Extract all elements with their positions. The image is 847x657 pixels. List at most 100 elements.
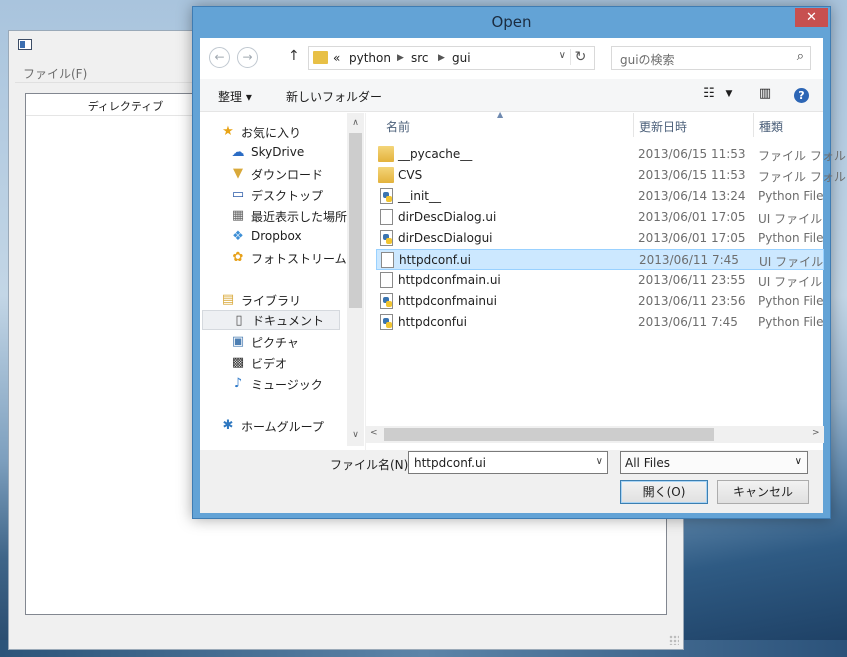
column-separator[interactable] <box>753 113 754 137</box>
download-folder-icon: ▼ <box>233 166 243 181</box>
forward-button[interactable]: → <box>237 47 258 68</box>
breadcrumb-gui[interactable]: gui <box>452 51 471 65</box>
music-icon: ♪ <box>233 376 243 391</box>
filter-value: All Files <box>625 456 671 470</box>
file-type: Python File <box>758 231 824 245</box>
file-date: 2013/06/11 23:56 <box>638 294 746 308</box>
back-button[interactable]: ← <box>209 47 230 68</box>
nav-label: ダウンロード <box>251 168 324 182</box>
preview-pane-icon[interactable]: ▥ <box>756 85 774 103</box>
resize-grip-icon[interactable] <box>669 635 679 645</box>
column-header-date[interactable]: 更新日時 <box>639 113 749 137</box>
up-button[interactable]: ↑ <box>288 48 300 64</box>
homegroup-icon: ✱ <box>222 418 234 433</box>
navigation-pane[interactable]: ★ お気に入り ☁ SkyDrive ▼ ダウンロード ▭ デスクトップ ▦ 最… <box>200 113 364 450</box>
chevron-down-icon[interactable]: ∨ <box>596 456 603 467</box>
file-date: 2013/06/01 17:05 <box>638 231 746 245</box>
column-header-name[interactable]: 名前 <box>386 113 626 137</box>
desktop-icon: ▭ <box>231 187 245 202</box>
file-row[interactable]: httpdconfui 2013/06/11 7:45 Python File <box>376 312 824 333</box>
menu-file[interactable]: ファイル(F) <box>23 65 87 82</box>
nav-label: 最近表示した場所 <box>251 210 348 224</box>
nav-libraries[interactable]: ▤ ライブラリ <box>220 290 360 310</box>
nav-label: ホームグループ <box>241 420 324 434</box>
file-name: dirDescDialogui <box>398 231 493 245</box>
star-icon: ★ <box>222 124 234 139</box>
file-row-selected[interactable]: httpdconf.ui 2013/06/11 7:45 UI ファイル <box>376 249 824 270</box>
nav-documents[interactable]: ▯ ドキュメント <box>202 310 340 330</box>
scroll-thumb[interactable] <box>349 133 362 308</box>
nav-favorites[interactable]: ★ お気に入り <box>220 122 360 142</box>
breadcrumb-separator-icon[interactable]: ▶ <box>438 53 445 63</box>
search-placeholder: guiの検索 <box>620 53 675 67</box>
nav-homegroup[interactable]: ✱ ホームグループ <box>220 416 360 436</box>
file-name: dirDescDialog.ui <box>398 210 497 224</box>
column-separator[interactable] <box>633 113 634 137</box>
breadcrumb-overflow[interactable]: « <box>333 51 340 65</box>
file-name: httpdconfmain.ui <box>398 273 501 287</box>
nav-label: フォトストリーム <box>251 252 347 266</box>
file-name: httpdconfmainui <box>398 294 497 308</box>
filename-input[interactable]: httpdconf.ui ∨ <box>408 451 608 474</box>
scroll-thumb[interactable] <box>384 428 714 441</box>
breadcrumb-python[interactable]: python <box>349 51 391 65</box>
close-button[interactable]: ✕ <box>795 8 828 27</box>
view-options-icon[interactable]: ☷ <box>700 85 718 103</box>
recent-places-icon: ▦ <box>231 208 245 223</box>
file-name: httpdconfui <box>398 315 467 329</box>
file-type: Python File <box>758 294 824 308</box>
chevron-down-icon[interactable]: ∨ <box>795 456 802 467</box>
file-name: CVS <box>398 168 423 182</box>
file-date: 2013/06/11 7:45 <box>638 315 738 329</box>
breadcrumb-src[interactable]: src <box>411 51 429 65</box>
file-row[interactable]: CVS 2013/06/15 11:53 ファイル フォル <box>376 165 846 186</box>
address-dropdown-icon[interactable]: ∨ <box>559 50 566 61</box>
file-list-pane[interactable]: ▲ 名前 更新日時 種類 __pycache__ 2013/06/15 11:5… <box>365 110 846 450</box>
file-row[interactable]: __init__ 2013/06/14 13:24 Python File <box>376 186 824 207</box>
search-input[interactable]: guiの検索 ⌕ <box>611 46 811 70</box>
file-list-horizontal-scrollbar[interactable]: < > <box>366 426 824 443</box>
file-row[interactable]: dirDescDialogui 2013/06/01 17:05 Python … <box>376 228 824 249</box>
scroll-right-icon[interactable]: > <box>812 428 820 438</box>
organize-button[interactable]: 整理 ▾ <box>218 88 252 105</box>
command-bar: 整理 ▾ 新しいフォルダー ☷ ▼ ▥ ? <box>200 79 823 112</box>
documents-icon: ▯ <box>235 313 243 328</box>
folder-icon <box>313 51 328 64</box>
dialog-title: Open <box>491 13 532 31</box>
python-file-icon <box>380 293 393 309</box>
file-type: UI ファイル <box>758 212 823 226</box>
nav-label: ピクチャ <box>251 336 299 350</box>
nav-label: ドキュメント <box>252 314 325 328</box>
file-row[interactable]: httpdconfmain.ui 2013/06/11 23:55 UI ファイ… <box>376 270 824 291</box>
address-bar[interactable]: « python ▶ src ▶ gui ∨ ↻ <box>308 46 595 70</box>
search-icon[interactable]: ⌕ <box>797 49 804 64</box>
document-icon <box>380 209 393 225</box>
scroll-left-icon[interactable]: < <box>370 428 378 438</box>
folder-icon <box>378 167 394 183</box>
refresh-icon[interactable]: ↻ <box>570 49 590 65</box>
new-folder-button[interactable]: 新しいフォルダー <box>286 88 382 105</box>
file-row[interactable]: dirDescDialog.ui 2013/06/01 17:05 UI ファイ… <box>376 207 824 228</box>
file-type: ファイル フォル <box>758 170 846 184</box>
dialog-footer: ファイル名(N): httpdconf.ui ∨ All Files ∨ 開く(… <box>200 450 823 513</box>
scroll-down-icon[interactable]: ∨ <box>347 430 364 440</box>
help-icon[interactable]: ? <box>794 88 809 103</box>
file-type-filter[interactable]: All Files ∨ <box>620 451 808 474</box>
open-button[interactable]: 開く(O) <box>620 480 708 504</box>
nav-label: デスクトップ <box>251 189 324 203</box>
file-type: ファイル フォル <box>758 149 846 163</box>
file-type: Python File <box>758 189 824 203</box>
nav-pane-scrollbar[interactable]: ∧ ∨ <box>347 113 364 446</box>
file-date: 2013/06/11 23:55 <box>638 273 746 287</box>
scroll-up-icon[interactable]: ∧ <box>347 118 364 128</box>
nav-label: ミュージック <box>251 378 323 392</box>
folder-icon <box>378 146 394 162</box>
cancel-button[interactable]: キャンセル <box>717 480 809 504</box>
breadcrumb-separator-icon[interactable]: ▶ <box>397 53 404 63</box>
python-file-icon <box>380 314 393 330</box>
file-row[interactable]: __pycache__ 2013/06/15 11:53 ファイル フォル <box>376 144 846 165</box>
file-row[interactable]: httpdconfmainui 2013/06/11 23:56 Python … <box>376 291 824 312</box>
dialog-body: ← → ↑ « python ▶ src ▶ gui ∨ ↻ guiの検索 ⌕ … <box>200 38 846 513</box>
view-dropdown-icon[interactable]: ▼ <box>720 85 738 103</box>
column-header-type[interactable]: 種類 <box>759 113 819 137</box>
